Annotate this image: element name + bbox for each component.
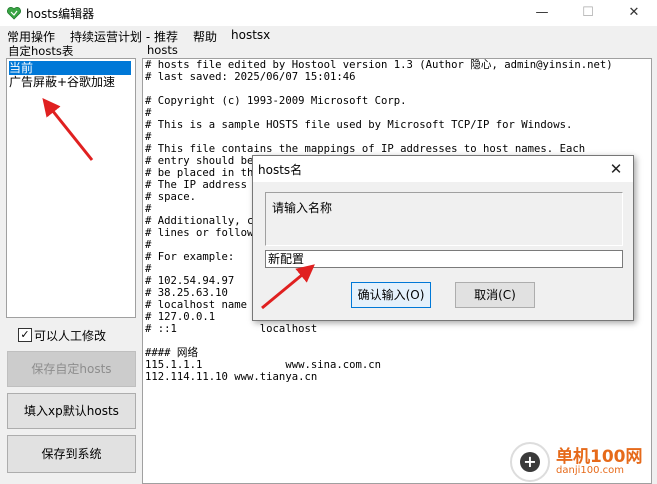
app-heart-icon [7,7,21,20]
hosts-list[interactable]: 当前 广告屏蔽+谷歌加速 [6,58,136,318]
hosts-list-label: 自定hosts表 [8,44,74,58]
minimize-button[interactable]: — [519,0,565,26]
confirm-button[interactable]: 确认输入(O) [351,282,431,308]
close-button[interactable]: ✕ [611,0,657,26]
fill-xp-default-hosts-button[interactable]: 填入xp默认hosts [7,393,136,429]
menu-bar: 常用操作 持续运营计划 - 推荐 帮助 hostsx [0,26,657,46]
watermark: + 单机100网 danji100.com [510,442,657,482]
cancel-button[interactable]: 取消(C) [455,282,535,308]
list-item-adblock[interactable]: 广告屏蔽+谷歌加速 [9,75,131,89]
dialog-prompt: 请输入名称 [272,201,333,215]
dialog-title-bar: hosts名 ✕ [253,156,633,182]
dialog-title: hosts名 [258,163,303,177]
watermark-logo-icon: + [510,442,550,482]
save-to-system-button[interactable]: 保存到系统 [7,435,136,473]
editor-label: hosts [147,43,178,57]
save-custom-hosts-button[interactable]: 保存自定hosts [7,351,136,387]
name-input[interactable] [265,250,623,268]
dialog-prompt-box: 请输入名称 [265,192,623,246]
maximize-button[interactable]: ☐ [565,0,611,26]
hosts-name-dialog: hosts名 ✕ 请输入名称 确认输入(O) 取消(C) [252,155,634,321]
watermark-url: danji100.com [556,465,624,476]
dialog-body: 请输入名称 确认输入(O) 取消(C) [253,182,633,320]
menu-hostsx[interactable]: hostsx [231,28,270,42]
menu-help[interactable]: 帮助 [193,28,217,45]
manual-edit-label: 可以人工修改 [34,329,107,343]
dialog-close-icon[interactable]: ✕ [605,158,627,180]
checkbox-check-icon[interactable]: ✓ [18,328,32,342]
window-title: hosts编辑器 [26,7,95,21]
title-bar: hosts编辑器 — ☐ ✕ [0,0,657,26]
manual-edit-checkbox[interactable]: ✓ 可以人工修改 [18,327,128,343]
watermark-name: 单机100网 [556,447,643,467]
watermark-plus-icon: + [520,452,540,472]
list-item-current[interactable]: 当前 [9,61,131,75]
